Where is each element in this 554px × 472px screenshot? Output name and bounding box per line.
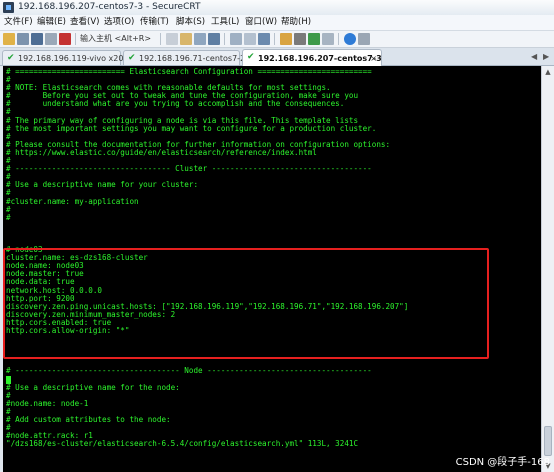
terminal-line: "/dzs168/es-cluster/elasticsearch-6.5.4/… bbox=[6, 439, 359, 449]
toolbar-separator bbox=[274, 33, 275, 45]
window-title: 192.168.196.207-centos7-3 - SecureCRT bbox=[18, 2, 201, 12]
toolbar-separator bbox=[338, 33, 339, 45]
scroll-up-icon[interactable]: ▲ bbox=[543, 67, 553, 77]
terminal-line: # understand what are you trying to acco… bbox=[6, 99, 345, 109]
connected-check-icon: ✔ bbox=[128, 53, 136, 63]
scrollbar-thumb[interactable] bbox=[544, 426, 552, 456]
terminal-line: # Use a descriptive name for your cluste… bbox=[6, 180, 199, 190]
reconnect-icon[interactable] bbox=[45, 33, 57, 45]
disconnect-icon[interactable] bbox=[59, 33, 71, 45]
tab-session-119[interactable]: ✔ 192.168.196.119-vivo x200 bbox=[2, 50, 129, 65]
session-tab-strip: ✔ 192.168.196.119-vivo x200 ✔ 192.168.19… bbox=[0, 48, 554, 66]
terminal-scrollbar[interactable]: ▲ ▼ bbox=[541, 66, 554, 472]
tab-label: 192.168.196.71-centos7-2 bbox=[139, 54, 246, 63]
menu-script[interactable]: 脚本(S) bbox=[176, 17, 205, 28]
tab-scroll-right-icon[interactable]: ▶ bbox=[543, 52, 549, 62]
session-options-icon[interactable] bbox=[280, 33, 292, 45]
connect-icon[interactable] bbox=[3, 33, 15, 45]
close-tab-icon[interactable]: × bbox=[370, 53, 377, 64]
global-options-icon[interactable] bbox=[294, 33, 306, 45]
securecrt-app-icon bbox=[3, 2, 14, 13]
properties-icon[interactable] bbox=[258, 33, 270, 45]
terminal-line: # ------------------------------------ N… bbox=[6, 366, 372, 376]
tab-session-207[interactable]: ✔ 192.168.196.207-centos7-3 × bbox=[242, 49, 382, 66]
terminal-line: # Use a descriptive name for the node: bbox=[6, 382, 180, 392]
about-icon[interactable] bbox=[358, 33, 370, 45]
tab-label: 192.168.196.207-centos7-3 bbox=[258, 54, 382, 63]
host-entry-hint[interactable]: 输入主机 <Alt+R> bbox=[80, 33, 151, 45]
find-icon[interactable] bbox=[208, 33, 220, 45]
terminal-line: # ---------------------------------- Clu… bbox=[6, 164, 372, 174]
connected-check-icon: ✔ bbox=[7, 53, 15, 63]
csdn-watermark: CSDN @段子手-168 bbox=[455, 457, 550, 468]
keymap-icon[interactable] bbox=[322, 33, 334, 45]
print-selection-icon[interactable] bbox=[244, 33, 256, 45]
quick-connect-icon[interactable] bbox=[17, 33, 29, 45]
tab-label: 192.168.196.119-vivo x200 bbox=[18, 54, 129, 63]
connected-check-icon: ✔ bbox=[247, 52, 255, 62]
copy-icon[interactable] bbox=[166, 33, 178, 45]
menu-options[interactable]: 选项(O) bbox=[104, 17, 134, 28]
toolbar-separator bbox=[160, 33, 161, 45]
copy-paste-icon[interactable] bbox=[194, 33, 206, 45]
menu-help[interactable]: 帮助(H) bbox=[281, 17, 311, 28]
tab-scroll-left-icon[interactable]: ◀ bbox=[531, 52, 537, 62]
toolbar-separator bbox=[224, 33, 225, 45]
annotation-highlight-box bbox=[3, 248, 489, 359]
menu-file[interactable]: 文件(F) bbox=[4, 17, 33, 28]
paste-icon[interactable] bbox=[180, 33, 192, 45]
terminal-cursor bbox=[6, 376, 11, 384]
sftp-icon[interactable] bbox=[308, 33, 320, 45]
terminal-line: #node.name: node-1 bbox=[6, 398, 89, 408]
connect-tab-icon[interactable] bbox=[31, 33, 43, 45]
help-icon[interactable] bbox=[344, 33, 356, 45]
terminal-line: # bbox=[6, 204, 11, 214]
terminal-view[interactable]: # ======================== Elasticsearch… bbox=[3, 66, 541, 472]
tab-session-71[interactable]: ✔ 192.168.196.71-centos7-2 bbox=[123, 50, 245, 65]
toolbar-separator bbox=[75, 33, 76, 45]
menu-edit[interactable]: 编辑(E) bbox=[37, 17, 66, 28]
terminal-line: # bbox=[6, 212, 11, 222]
terminal-line: # https://www.elastic.co/guide/en/elasti… bbox=[6, 147, 317, 157]
menu-window[interactable]: 窗口(W) bbox=[245, 17, 277, 28]
securecrt-window: 192.168.196.207-centos7-3 - SecureCRT 文件… bbox=[0, 0, 554, 472]
menu-transfer[interactable]: 传输(T) bbox=[140, 17, 169, 28]
menu-bar: 文件(F) 编辑(E) 查看(V) 选项(O) 传输(T) 脚本(S) 工具(L… bbox=[0, 15, 554, 31]
toolbar: 输入主机 <Alt+R> bbox=[0, 31, 554, 48]
terminal-line: # Add custom attributes to the node: bbox=[6, 415, 171, 425]
menu-view[interactable]: 查看(V) bbox=[70, 17, 99, 28]
title-bar[interactable]: 192.168.196.207-centos7-3 - SecureCRT bbox=[0, 0, 554, 16]
menu-tools[interactable]: 工具(L) bbox=[211, 17, 239, 28]
print-icon[interactable] bbox=[230, 33, 242, 45]
terminal-line: # the most important settings you may wa… bbox=[6, 123, 377, 133]
terminal-line: # ======================== Elasticsearch… bbox=[6, 67, 372, 76]
terminal-line: #cluster.name: my-application bbox=[6, 196, 139, 206]
